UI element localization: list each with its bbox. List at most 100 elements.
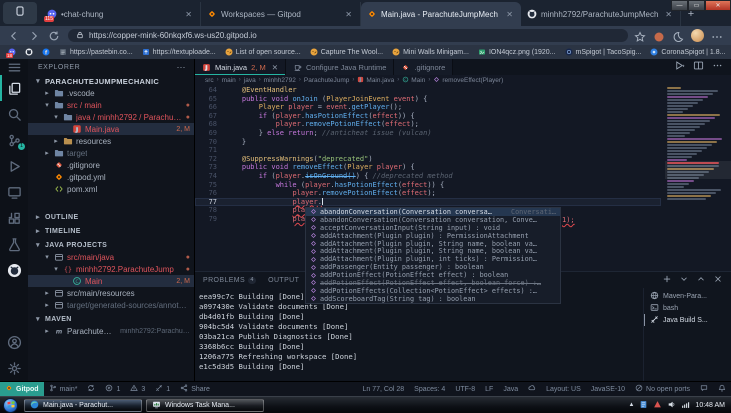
tree-item[interactable]: pom.xml — [28, 183, 194, 195]
activity-settings[interactable] — [0, 355, 28, 381]
tree-item[interactable]: ▾src / main● — [28, 99, 194, 111]
forward-icon[interactable] — [28, 29, 42, 43]
status-cursor-position[interactable]: Ln 77, Col 28 — [358, 382, 410, 397]
network-icon[interactable] — [681, 396, 690, 413]
activity-account[interactable] — [0, 329, 28, 355]
status-feedback[interactable] — [695, 382, 713, 397]
application-menu-icon[interactable] — [0, 59, 28, 75]
status-language[interactable]: Java — [498, 382, 523, 397]
split-editor-icon[interactable] — [693, 58, 704, 76]
tree-item[interactable]: ▾src/main/java● — [28, 251, 194, 263]
taskbar-task[interactable]: Windows Task Mana... — [146, 399, 264, 412]
bookmark-item[interactable]: f — [42, 48, 50, 56]
suggest-item[interactable]: addScoreboardTag(String tag) : boolean — [306, 295, 560, 303]
terminal-list-item[interactable]: bash — [644, 302, 731, 314]
tree-item[interactable]: ▸.vscode — [28, 87, 194, 99]
bookmark-item[interactable] — [25, 48, 33, 56]
maximize-panel-icon[interactable] — [696, 274, 706, 286]
new-terminal-icon[interactable] — [662, 274, 672, 286]
activity-extensions[interactable] — [0, 205, 28, 231]
status-jdk[interactable]: JavaSE-10 — [586, 382, 630, 397]
status-cloud[interactable] — [523, 382, 541, 397]
suggest-item[interactable]: acceptConversationInput(String input) : … — [306, 224, 560, 232]
minimize-button[interactable]: — — [671, 0, 688, 11]
tree-item[interactable]: ▾java / minhh2792 / ParachuteJump● — [28, 111, 194, 123]
panel-tab-output[interactable]: OUTPUT — [268, 272, 299, 288]
suggest-item[interactable]: addAttachment(Plugin plugin) : Permissio… — [306, 232, 560, 240]
status-notifications[interactable] — [713, 382, 731, 397]
suggest-item[interactable]: abandonConversation(Conversation convers… — [306, 208, 560, 216]
breadcrumb-item[interactable]: removeEffect(Player) — [433, 76, 503, 85]
activity-search[interactable] — [0, 101, 28, 127]
address-bar[interactable]: https://copper-mink-60nkqxf6.ws-us20.git… — [68, 29, 628, 42]
status-eol[interactable]: LF — [480, 382, 498, 397]
browser-tab[interactable]: minhh2792/ParachuteJumpMech✕ — [521, 2, 681, 26]
status-warnings[interactable]: 3 — [125, 382, 150, 397]
suggest-item[interactable]: addPotionEffects(Collection<PotionEffect… — [306, 287, 560, 295]
breadcrumb-item[interactable]: ParachuteJump — [304, 77, 350, 84]
tree-item[interactable]: JMain.java2, M — [28, 123, 194, 135]
tab-close-icon[interactable]: ✕ — [504, 10, 515, 19]
status-sync[interactable] — [82, 382, 100, 397]
breadcrumb-item[interactable]: java — [244, 77, 256, 84]
bookmark-item[interactable]: https://textuploade... — [142, 48, 216, 56]
bookmark-item[interactable]: CoronaSpigot | 1.8... — [650, 48, 725, 56]
suggest-item[interactable]: addPotionEffect(PotionEffect effect, boo… — [306, 279, 560, 287]
tree-item[interactable]: ▸TIMELINE — [28, 225, 194, 237]
minimap-slider[interactable] — [665, 161, 731, 179]
status-share[interactable]: Share — [175, 382, 215, 397]
breadcrumb-item[interactable]: minhh2792 — [264, 77, 296, 84]
browser-menu-icon[interactable] — [711, 30, 723, 42]
tree-item[interactable]: .gitpod.yml — [28, 171, 194, 183]
speaker-icon[interactable] — [667, 396, 676, 413]
bookmark-item[interactable]: Mini Walls Minigam... — [392, 48, 469, 56]
editor-tab[interactable]: Configure Java Runtime — [286, 59, 394, 75]
sidebar-more-icon[interactable]: ⋯ — [177, 62, 187, 73]
terminal-dropdown-icon[interactable] — [679, 274, 689, 286]
tree-item[interactable]: ▸target — [28, 147, 194, 159]
activity-test[interactable] — [0, 231, 28, 257]
panel-tab-problems[interactable]: PROBLEMS4 — [203, 272, 256, 288]
bookmark-item[interactable]: List of open source... — [225, 48, 301, 56]
minimap[interactable] — [667, 87, 729, 269]
bookmark-item[interactable]: ION4qcz.png (1920... — [478, 48, 556, 56]
tray-document-icon[interactable] — [639, 396, 648, 413]
suggest-item[interactable]: addAttachment(Plugin plugin, String name… — [306, 247, 560, 255]
taskbar-task[interactable]: Main.java - Parachut... — [24, 399, 142, 412]
bookmark-item[interactable]: Capture The Wool... — [310, 48, 383, 56]
breadcrumb-item[interactable]: CMain — [402, 76, 425, 85]
tray-alert-icon[interactable] — [653, 396, 662, 413]
status-indentation[interactable]: Spaces: 4 — [409, 382, 450, 397]
tree-item[interactable]: ▸resources — [28, 135, 194, 147]
bookmark-item[interactable]: https://pastebin.co... — [59, 48, 133, 56]
extension-icon[interactable] — [653, 30, 665, 42]
browser-tab[interactable]: Main.java - ParachuteJumpMech✕ — [361, 2, 521, 26]
maximize-button[interactable]: ▭ — [688, 0, 705, 11]
close-panel-icon[interactable] — [713, 274, 723, 286]
close-button[interactable]: ✕ — [705, 0, 731, 11]
browser-tab[interactable]: 115•chat-chung✕ — [41, 2, 201, 26]
activity-source-control[interactable]: 1 — [0, 127, 28, 153]
status-errors[interactable]: 1 — [100, 382, 125, 397]
bookmark-item[interactable]: 18 — [8, 48, 16, 56]
tree-item[interactable]: .gitignore — [28, 159, 194, 171]
tray-expand-icon[interactable]: ▲ — [628, 402, 634, 408]
editor-tab[interactable]: .gitignore — [394, 59, 453, 75]
tab-close-icon[interactable]: ✕ — [183, 10, 194, 19]
terminal-list-item[interactable]: Java Build S... — [644, 314, 731, 326]
start-button[interactable] — [3, 398, 18, 413]
tree-item[interactable]: ▸OUTLINE — [28, 211, 194, 223]
suggest-item[interactable]: abandonConversation(Conversation convers… — [306, 216, 560, 224]
status-gitpod[interactable]: Gitpod — [0, 382, 44, 397]
refresh-icon[interactable] — [48, 29, 62, 43]
activity-explorer[interactable] — [0, 75, 28, 101]
terminal-list-item[interactable]: Maven-Para... — [644, 290, 731, 302]
breadcrumb-item[interactable]: JMain.java — [357, 76, 394, 85]
tab-close-icon[interactable]: ✕ — [272, 63, 278, 72]
tree-item[interactable]: ▸src/main/resources — [28, 287, 194, 299]
tab-close-icon[interactable]: ✕ — [343, 10, 354, 19]
run-button[interactable] — [674, 58, 685, 76]
tree-item[interactable]: ▾MAVEN — [28, 313, 194, 325]
activity-github[interactable] — [0, 257, 28, 283]
clock[interactable]: 10:48 AM — [695, 402, 725, 409]
